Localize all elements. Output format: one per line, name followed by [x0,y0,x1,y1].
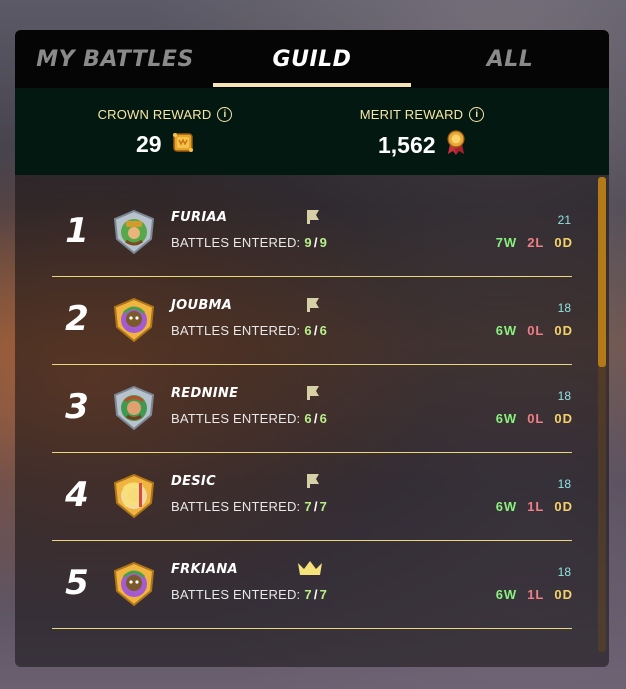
scrollbar-thumb[interactable] [598,177,606,367]
battles-total-count: 7 [319,499,328,514]
battles-entered-count: 9 [304,235,312,250]
silver-shield-avatar [111,209,157,255]
crown-reward: CROWN REWARD i 29 [65,106,265,158]
leaderboard-row[interactable]: 5 FRKIANA BATTLES ENTERED: 7/7 18 6W 1L … [15,541,595,629]
leaderboard-row[interactable]: 4 DESIC BATTLES ENTERED: 7/7 18 6W 1L 0D [15,453,595,541]
bookmark-flag-icon [306,297,320,317]
merit-reward-label: MERIT REWARD [359,107,464,123]
player-points: 18 [557,389,571,403]
merit-reward: MERIT REWARD i 1,562 [322,106,522,158]
bookmark-flag-icon [306,385,320,405]
crown-icon [297,559,323,582]
draws-count: 0D [554,499,573,514]
player-points: 18 [557,477,571,491]
merit-medal-icon [446,130,466,161]
guild-battles-panel: MY BATTLES GUILD ALL CROWN REWARD i 29 M… [15,30,609,667]
player-record: 6W 1L 0D [461,587,573,602]
crown-chest-icon [172,130,194,159]
row-divider [52,628,572,629]
player-name[interactable]: JOUBMA [171,298,232,313]
battles-entered: BATTLES ENTERED: 7/7 [171,587,328,602]
battles-entered: BATTLES ENTERED: 7/7 [171,499,328,514]
player-name[interactable]: REDNINE [171,386,238,401]
player-record: 6W 1L 0D [461,499,573,514]
rank-number: 2 [65,299,89,339]
player-name[interactable]: FRKIANA [171,562,238,577]
merit-reward-value: 1,562 [377,132,436,158]
battles-entered-label: BATTLES ENTERED: [171,323,301,338]
rank-number: 5 [65,563,89,603]
crown-reward-label: CROWN REWARD [97,107,212,123]
battles-entered-count: 7 [304,587,312,602]
wins-count: 6W [495,499,518,514]
player-record: 6W 0L 0D [461,323,573,338]
gold-shield-avatar [111,561,157,607]
rank-number: 1 [65,211,89,251]
silver-shield-avatar [111,385,157,431]
battles-entered-label: BATTLES ENTERED: [171,235,301,250]
losses-count: 2L [527,235,545,250]
wins-count: 7W [495,235,518,250]
crown-reward-info-icon[interactable]: i [217,107,233,123]
losses-count: 1L [527,499,545,514]
losses-count: 1L [527,587,545,602]
draws-count: 0D [554,235,573,250]
player-points: 18 [557,301,571,315]
leaderboard-row[interactable]: 2 JOUBMA BATTLES ENTERED: 6/6 18 6W 0L 0… [15,277,595,365]
tab-all[interactable]: ALL [411,30,609,88]
bookmark-flag-icon [306,473,320,493]
tab-my-battles[interactable]: MY BATTLES [15,30,215,88]
battles-total-count: 6 [319,323,328,338]
battles-entered-label: BATTLES ENTERED: [171,411,301,426]
leaderboard-row[interactable]: 3 REDNINE BATTLES ENTERED: 6/6 18 6W 0L … [15,365,595,453]
battles-entered: BATTLES ENTERED: 9/9 [171,235,328,250]
battles-entered: BATTLES ENTERED: 6/6 [171,323,328,338]
rank-number: 3 [65,387,89,427]
draws-count: 0D [554,587,573,602]
battles-entered: BATTLES ENTERED: 6/6 [171,411,328,426]
tab-guild[interactable]: GUILD [213,30,411,88]
battles-entered-count: 7 [304,499,312,514]
crown-reward-value: 29 [135,131,162,157]
wins-count: 6W [495,323,518,338]
battles-total-count: 6 [319,411,328,426]
battles-total-count: 9 [319,235,328,250]
rewards-bar: CROWN REWARD i 29 MERIT REWARD i 1,562 [15,88,609,175]
battles-entered-count: 6 [304,411,312,426]
draws-count: 0D [554,323,573,338]
active-tab-indicator [213,83,411,87]
player-name[interactable]: FURIAA [171,210,227,225]
player-points: 18 [557,565,571,579]
leaderboard-row[interactable]: 1 FURIAA BATTLES ENTERED: 9/9 21 7W 2L 0… [15,189,595,277]
draws-count: 0D [554,411,573,426]
battles-entered-label: BATTLES ENTERED: [171,587,301,602]
gold-shield-avatar [111,473,157,519]
tab-bar: MY BATTLES GUILD ALL [15,30,609,88]
guild-leaderboard[interactable]: 1 FURIAA BATTLES ENTERED: 9/9 21 7W 2L 0… [15,175,609,667]
wins-count: 6W [495,411,518,426]
battles-entered-count: 6 [304,323,312,338]
battles-entered-label: BATTLES ENTERED: [171,499,301,514]
player-name[interactable]: DESIC [171,474,216,489]
losses-count: 0L [527,323,545,338]
player-record: 6W 0L 0D [461,411,573,426]
wins-count: 6W [495,587,518,602]
rank-number: 4 [65,475,89,515]
player-points: 21 [557,213,571,227]
losses-count: 0L [527,411,545,426]
merit-reward-info-icon[interactable]: i [469,107,485,123]
bookmark-flag-icon [306,209,320,229]
player-record: 7W 2L 0D [461,235,573,250]
gold-shield-avatar [111,297,157,343]
battles-total-count: 7 [319,587,328,602]
